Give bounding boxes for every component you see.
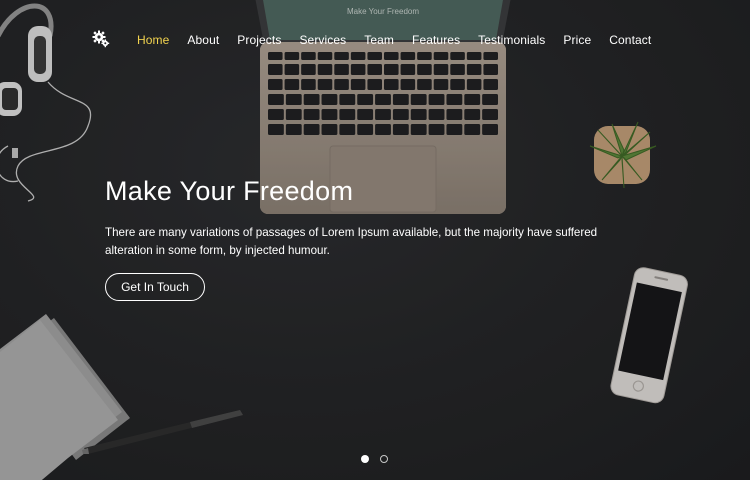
nav-item-features[interactable]: Features	[412, 33, 460, 47]
hero-section: Make Your Freedom Home About Projects Se…	[0, 0, 750, 480]
nav-item-price[interactable]: Price	[563, 33, 591, 47]
nav-item-contact[interactable]: Contact	[609, 33, 651, 47]
nav-item-projects[interactable]: Projects	[237, 33, 281, 47]
hero-title: Make Your Freedom	[105, 176, 354, 206]
slider-dot-1[interactable]	[361, 455, 369, 463]
get-in-touch-button[interactable]: Get In Touch	[105, 273, 205, 301]
slider-pagination	[361, 455, 388, 463]
nav-item-testimonials[interactable]: Testimonials	[478, 33, 545, 47]
slider-dot-2[interactable]	[380, 455, 388, 463]
hero-description: There are many variations of passages of…	[105, 226, 598, 257]
main-nav: Home About Projects Services Team Featur…	[128, 30, 660, 50]
gears-icon[interactable]	[92, 30, 110, 48]
nav-item-about[interactable]: About	[187, 33, 219, 47]
nav-item-team[interactable]: Team	[364, 33, 394, 47]
nav-item-home[interactable]: Home	[137, 33, 169, 47]
nav-item-services[interactable]: Services	[299, 33, 346, 47]
